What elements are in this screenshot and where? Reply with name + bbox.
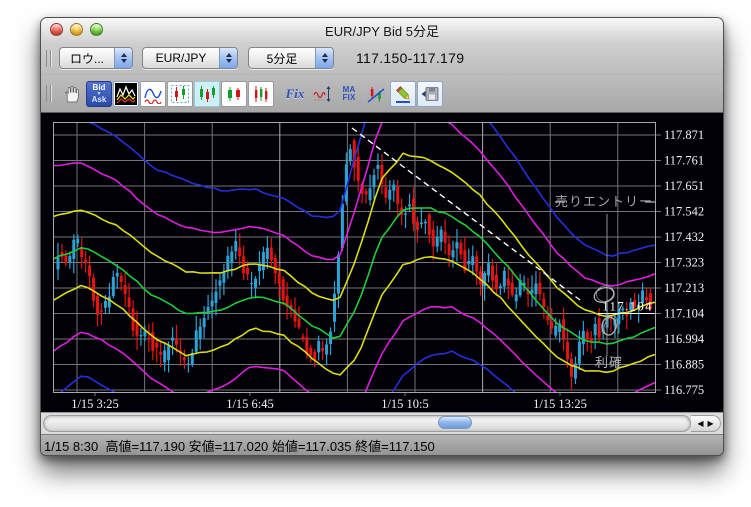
timeframe-dropdown[interactable]: 5分足 [248, 47, 334, 69]
dropdown-arrows-icon [114, 48, 132, 68]
candlestick-style2-icon [228, 86, 240, 101]
quote-text: 117.150-117.179 [356, 50, 465, 66]
auto-scale-button[interactable] [309, 81, 335, 107]
ma-fix-button[interactable]: MA FIX [336, 81, 362, 107]
y-axis-label: 117.542 [664, 205, 704, 219]
timeframe-dropdown-value: 5分足 [266, 51, 298, 66]
dropdown-arrows-icon [219, 48, 237, 68]
y-axis-label: 117.651 [664, 179, 704, 193]
y-axis-label: 117.213 [664, 281, 704, 295]
bid-ask-toggle-button[interactable]: Bid ▼ Ask [86, 80, 112, 107]
sell-entry-annotation: 売りエントリー [555, 194, 653, 209]
y-axis-label: 117.432 [664, 230, 704, 244]
app-window: EUR/JPY Bid 5分足 ロウ... EUR/JPY 5分足 117.15… [40, 17, 724, 456]
symbol-dropdown-value: EUR/JPY [155, 51, 207, 65]
x-axis-label: 1/15 3:25 [71, 397, 119, 411]
status-bar: 1/15 8:30 高値=117.190 安値=117.020 始値=117.0… [41, 434, 723, 455]
y-axis-label: 117.323 [664, 256, 704, 270]
save-button[interactable] [417, 80, 443, 107]
candlestick-style2-button[interactable] [221, 80, 247, 107]
y-axis-label: 116.775 [664, 383, 704, 397]
floppy-disk-icon [421, 86, 439, 101]
zoom-button[interactable] [90, 23, 103, 36]
chart-svg[interactable]: 117.871 117.761 117.651 117.542 117.432 117.3… [41, 113, 721, 412]
scrollbar-thumb[interactable] [438, 416, 472, 429]
scroll-left-button[interactable]: ◀ [697, 419, 703, 428]
desktop: EUR/JPY Bid 5分足 ロウ... EUR/JPY 5分足 117.15… [0, 0, 751, 507]
h-scrollbar: ◀ ▶ [41, 412, 723, 434]
line-chart-icon [144, 88, 162, 104]
close-button[interactable] [50, 23, 63, 36]
wave-arrows-icon [313, 85, 331, 102]
ask-label: Ask [91, 94, 107, 104]
y-axis-label: 116.994 [664, 332, 705, 346]
current-price-label: 117.104 [602, 299, 653, 313]
trendline-chart-button[interactable] [363, 81, 389, 107]
fix2-label: FIX [342, 92, 356, 102]
scrollbar-track[interactable] [43, 415, 691, 432]
toolbar: Bid ▼ Ask Fix MA FIX [41, 74, 723, 113]
fix-scale-button[interactable]: Fix [282, 81, 308, 107]
line-chart-button[interactable] [140, 80, 166, 107]
title-bar[interactable]: EUR/JPY Bid 5分足 [41, 18, 723, 42]
minimize-button[interactable] [70, 23, 83, 36]
y-axis-label: 116.885 [664, 358, 704, 372]
fix-label: Fix [285, 85, 305, 101]
pencil-icon [396, 85, 410, 103]
x-axis-label: 1/15 10:5 [381, 397, 429, 411]
status-text: 1/15 8:30 高値=117.190 安値=117.020 始値=117.0… [44, 438, 435, 454]
multi-line-chart-button[interactable] [113, 80, 139, 107]
candlestick-trendline-icon [367, 84, 385, 103]
chart-type-dropdown[interactable]: ロウ... [59, 47, 133, 69]
hand-icon [65, 85, 79, 102]
chart-panel: 117.871 117.761 117.651 117.542 117.432 117.3… [41, 113, 723, 412]
candlestick-grid-icon [171, 84, 189, 103]
draw-pencil-button[interactable] [390, 80, 416, 107]
candlestick-chart-button[interactable] [194, 80, 220, 107]
scroll-right-button[interactable]: ▶ [708, 419, 714, 428]
multi-line-chart-icon [116, 84, 136, 103]
chart-type-dropdown-value: ロウ... [69, 51, 104, 66]
traffic-lights [50, 23, 103, 36]
candlestick-grid-button[interactable] [167, 80, 193, 107]
take-profit-annotation: 利確 [595, 355, 623, 370]
scrollbar-arrows: ◀ ▶ [691, 415, 721, 432]
y-axis-label: 117.761 [664, 154, 704, 168]
window-title: EUR/JPY Bid 5分足 [325, 23, 439, 39]
y-axis-label: 117.871 [664, 128, 704, 142]
x-axis-label: 1/15 13:25 [533, 397, 587, 411]
controls-bar: ロウ... EUR/JPY 5分足 117.150-117.179 [41, 42, 723, 74]
x-axis-label: 1/15 6:45 [226, 397, 274, 411]
candlestick-icon [200, 85, 215, 102]
dropdown-arrows-icon [315, 48, 333, 68]
drag-grip-icon[interactable] [46, 85, 51, 102]
drag-grip-icon[interactable] [46, 49, 51, 67]
candlestick-style3-button[interactable] [248, 80, 274, 107]
y-axis-label: 117.104 [664, 307, 705, 321]
pan-tool-button[interactable] [59, 81, 85, 107]
symbol-dropdown[interactable]: EUR/JPY [142, 47, 238, 69]
candlestick-style3-icon [255, 85, 268, 102]
